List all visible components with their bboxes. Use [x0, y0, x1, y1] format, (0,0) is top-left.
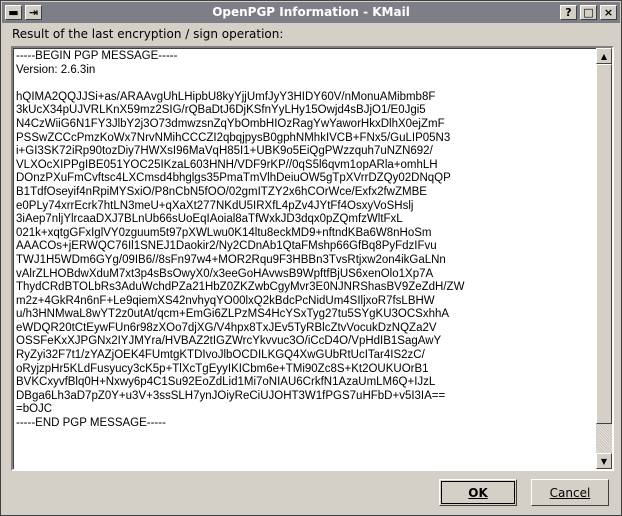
- vertical-scrollbar[interactable]: ▲ ▼: [596, 48, 612, 469]
- result-label: Result of the last encryption / sign ope…: [12, 27, 284, 41]
- maximize-icon[interactable]: □: [580, 5, 597, 20]
- sticky-icon[interactable]: ⇥: [25, 5, 42, 20]
- scroll-down-icon[interactable]: ▼: [596, 453, 612, 469]
- title-bar[interactable]: ▬ ⇥ OpenPGP Information - KMail ? □ ×: [2, 2, 620, 23]
- pgp-message-text[interactable]: -----BEGIN PGP MESSAGE----- Version: 2.6…: [16, 50, 594, 467]
- close-icon[interactable]: ×: [600, 5, 617, 20]
- scroll-up-icon[interactable]: ▲: [596, 48, 612, 64]
- openpgp-info-dialog: ▬ ⇥ OpenPGP Information - KMail ? □ × Re…: [0, 0, 622, 516]
- window-title: OpenPGP Information - KMail: [212, 5, 410, 19]
- help-icon[interactable]: ?: [560, 5, 577, 20]
- ok-button[interactable]: OK: [439, 479, 517, 506]
- pgp-message-textarea[interactable]: -----BEGIN PGP MESSAGE----- Version: 2.6…: [11, 46, 614, 471]
- cancel-button[interactable]: Cancel: [531, 479, 609, 506]
- window-menu-icon[interactable]: ▬: [5, 5, 22, 20]
- scroll-track[interactable]: [596, 64, 612, 453]
- scroll-thumb[interactable]: [596, 64, 612, 424]
